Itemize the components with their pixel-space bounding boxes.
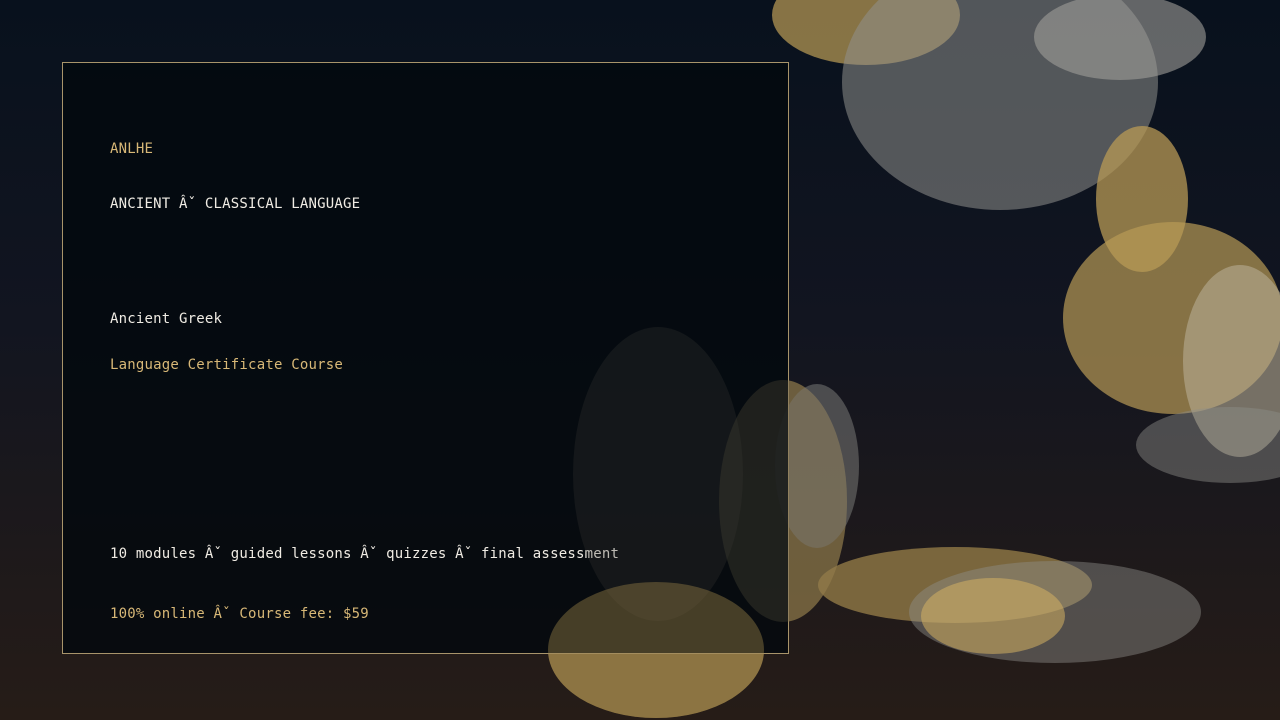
course-card: ANLHE ANCIENT Âˇ CLASSICAL LANGUAGE Anci… — [62, 62, 789, 654]
course-title: Ancient Greek — [110, 311, 223, 327]
bokeh-circle — [1136, 407, 1280, 483]
course-pricing: 100% online Âˇ Course fee: $59 — [110, 606, 369, 622]
course-subtitle: Language Certificate Course — [110, 357, 343, 373]
brand-label: ANLHE — [110, 141, 154, 157]
bokeh-circle — [921, 578, 1065, 654]
category-label: ANCIENT Âˇ CLASSICAL LANGUAGE — [110, 196, 361, 212]
course-details: 10 modules Âˇ guided lessons Âˇ quizzes … — [110, 546, 620, 562]
